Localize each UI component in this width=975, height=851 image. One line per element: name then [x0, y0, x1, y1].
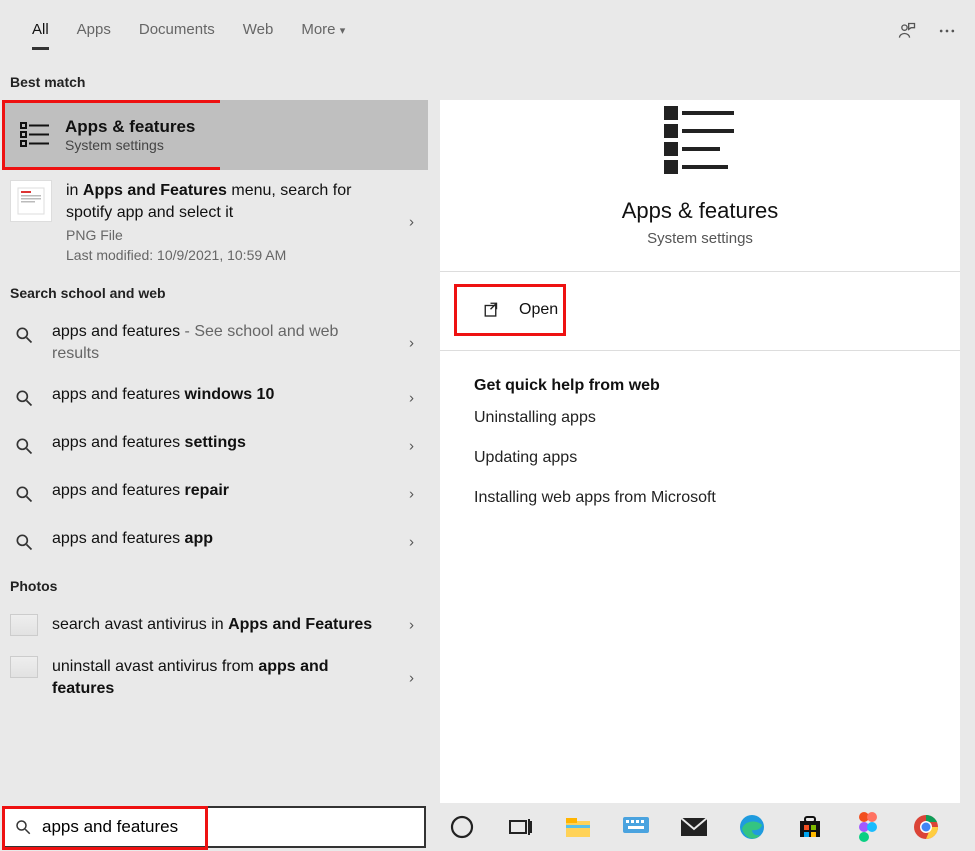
photo-result[interactable]: uninstall avast antivirus from apps and …: [0, 646, 428, 709]
detail-subtitle: System settings: [440, 230, 960, 247]
chevron-down-icon: ▾: [340, 25, 346, 37]
feedback-icon[interactable]: [887, 11, 927, 51]
chevron-right-icon[interactable]: ›: [409, 334, 414, 351]
file-result[interactable]: in Apps and Features menu, search for sp…: [0, 170, 428, 273]
section-best-match: Best match: [0, 62, 428, 100]
file-explorer-icon[interactable]: [558, 807, 598, 847]
photo-result-title: uninstall avast antivirus from apps and …: [52, 656, 386, 699]
web-result[interactable]: apps and features - See school and web r…: [0, 311, 428, 374]
tab-more[interactable]: More ▾: [287, 5, 359, 58]
photo-thumbnail-icon: [10, 656, 38, 678]
chevron-right-icon[interactable]: ›: [409, 213, 414, 230]
cortana-icon[interactable]: [442, 807, 482, 847]
web-result[interactable]: apps and features app ›: [0, 518, 428, 566]
photo-result[interactable]: search avast antivirus in Apps and Featu…: [0, 604, 428, 646]
web-result-title: apps and features repair: [52, 480, 386, 502]
search-icon: [10, 480, 38, 508]
search-box[interactable]: [2, 806, 426, 848]
keyboard-icon[interactable]: [616, 807, 656, 847]
file-result-title: in Apps and Features menu, search for sp…: [66, 180, 386, 223]
search-icon: [10, 321, 38, 349]
task-view-icon[interactable]: [500, 807, 540, 847]
best-match-result[interactable]: Apps & features System settings: [2, 100, 220, 170]
chevron-right-icon[interactable]: ›: [409, 438, 414, 455]
tab-more-label: More: [301, 21, 335, 38]
mail-icon[interactable]: [674, 807, 714, 847]
chevron-right-icon[interactable]: ›: [409, 486, 414, 503]
section-photos: Photos: [0, 566, 428, 604]
tab-all[interactable]: All: [18, 5, 63, 58]
quick-help-link[interactable]: Uninstalling apps: [474, 409, 960, 427]
search-icon: [14, 818, 32, 836]
quick-help-link[interactable]: Installing web apps from Microsoft: [474, 489, 960, 507]
search-input[interactable]: [42, 817, 414, 837]
chrome-icon[interactable]: [906, 807, 946, 847]
taskbar: [430, 803, 975, 851]
chevron-right-icon[interactable]: ›: [409, 669, 414, 686]
search-icon: [10, 432, 38, 460]
file-result-type: PNG File: [66, 227, 386, 243]
file-thumbnail-icon: [10, 180, 52, 222]
best-match-title: Apps & features: [65, 117, 195, 137]
search-icon: [10, 528, 38, 556]
photo-result-title: search avast antivirus in Apps and Featu…: [52, 614, 386, 636]
more-options-icon[interactable]: [927, 11, 967, 51]
search-filter-tabs: All Apps Documents Web More ▾: [0, 0, 975, 62]
tab-web[interactable]: Web: [229, 5, 288, 58]
tab-documents[interactable]: Documents: [125, 5, 229, 58]
quick-help-link[interactable]: Updating apps: [474, 449, 960, 467]
best-match-subtitle: System settings: [65, 137, 195, 153]
web-result[interactable]: apps and features repair ›: [0, 470, 428, 518]
web-result[interactable]: apps and features windows 10 ›: [0, 374, 428, 422]
section-search-web: Search school and web: [0, 273, 428, 311]
best-match-bg[interactable]: [220, 100, 428, 170]
divider: [440, 271, 960, 272]
chevron-right-icon[interactable]: ›: [409, 390, 414, 407]
web-result-title: apps and features settings: [52, 432, 386, 454]
search-icon: [10, 384, 38, 412]
open-label: Open: [519, 301, 558, 319]
edge-icon[interactable]: [732, 807, 772, 847]
detail-title: Apps & features: [440, 198, 960, 224]
tab-apps[interactable]: Apps: [63, 5, 125, 58]
file-result-modified: Last modified: 10/9/2021, 10:59 AM: [66, 247, 386, 263]
open-icon: [483, 301, 501, 319]
figma-icon[interactable]: [848, 807, 888, 847]
chevron-right-icon[interactable]: ›: [409, 534, 414, 551]
open-button[interactable]: Open: [454, 284, 566, 336]
web-result-title: apps and features windows 10: [52, 384, 386, 406]
detail-panel: Apps & features System settings Open Get…: [440, 100, 960, 851]
divider: [440, 350, 960, 351]
photo-thumbnail-icon: [10, 614, 38, 636]
microsoft-store-icon[interactable]: [790, 807, 830, 847]
quick-help-header: Get quick help from web: [474, 377, 960, 395]
web-result-title: apps and features app: [52, 528, 386, 550]
apps-features-icon: [19, 119, 51, 151]
chevron-right-icon[interactable]: ›: [409, 617, 414, 634]
web-result-title: apps and features - See school and web r…: [52, 321, 386, 364]
apps-features-large-icon: [660, 100, 740, 180]
web-result[interactable]: apps and features settings ›: [0, 422, 428, 470]
